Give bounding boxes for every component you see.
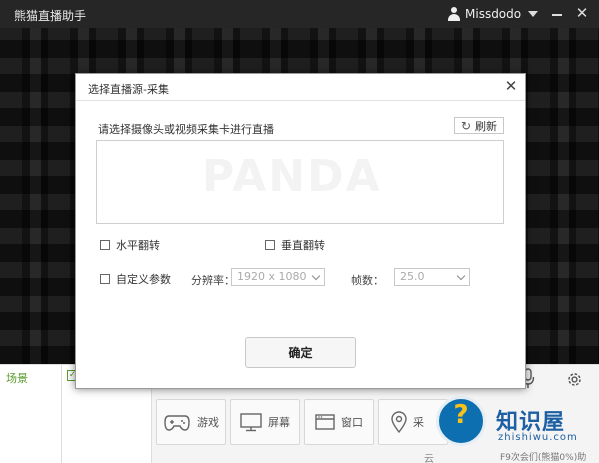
confirm-button[interactable]: 确定: [245, 337, 356, 368]
horizontal-flip-checkbox[interactable]: [100, 240, 110, 250]
source-window-button[interactable]: 窗口: [304, 399, 374, 445]
window-icon: [315, 414, 335, 430]
question-mark-icon: ?: [453, 400, 469, 430]
vertical-flip-option[interactable]: 垂直翻转: [265, 237, 325, 253]
watermark-logo: ? 知识屋 zhishiwu.com: [436, 394, 596, 456]
location-pin-icon: [391, 411, 407, 433]
dropdown-caret-icon[interactable]: [528, 11, 538, 17]
chevron-down-icon: [311, 271, 321, 281]
fps-label: 帧数：: [351, 274, 384, 287]
dialog-close-icon[interactable]: ✕: [504, 79, 518, 94]
custom-params-option[interactable]: 自定义参数: [100, 271, 171, 287]
gamepad-icon: [164, 415, 190, 431]
horizontal-flip-option[interactable]: 水平翻转: [100, 237, 160, 253]
monitor-icon: [240, 413, 262, 432]
user-icon: [448, 7, 460, 21]
source-window-label: 窗口: [341, 416, 363, 429]
refresh-icon: ↻: [460, 118, 472, 133]
app-title: 熊猫直播助手: [14, 9, 87, 23]
dialog-header: 选择直播源-采集 ✕: [76, 74, 525, 101]
close-window-icon[interactable]: ✕: [575, 6, 589, 21]
device-list[interactable]: PANDA: [96, 140, 504, 224]
resolution-value: 1920 x 1080: [237, 270, 307, 283]
custom-params-checkbox[interactable]: [100, 274, 110, 284]
minimize-icon[interactable]: [552, 14, 562, 16]
resolution-label: 分辨率：: [191, 274, 235, 287]
scene-label: 场景: [6, 372, 28, 385]
watermark-url: zhishiwu.com: [498, 432, 578, 443]
select-source-dialog: 选择直播源-采集 ✕ 请选择摄像头或视频采集卡进行直播 ↻ 刷新 PANDA 水…: [75, 73, 526, 389]
source-screen-label: 屏幕: [268, 416, 290, 429]
user-menu[interactable]: Missdodo: [448, 6, 521, 22]
refresh-label: 刷新: [475, 119, 498, 133]
settings-gear-icon[interactable]: [566, 371, 583, 388]
footer-status-text: 云: [424, 454, 434, 463]
fps-value: 25.0: [400, 270, 425, 283]
vertical-flip-checkbox[interactable]: [265, 240, 275, 250]
horizontal-flip-label: 水平翻转: [116, 239, 160, 252]
device-prompt: 请选择摄像头或视频采集卡进行直播: [98, 123, 274, 136]
scene-panel: 场景: [0, 365, 62, 463]
chevron-down-icon: [456, 271, 466, 281]
source-capture-label: 采: [413, 416, 424, 429]
resolution-select[interactable]: 1920 x 1080: [231, 268, 325, 286]
source-game-label: 游戏: [197, 416, 219, 429]
username: Missdodo: [465, 7, 522, 21]
source-screen-button[interactable]: 屏幕: [230, 399, 300, 445]
fps-select[interactable]: 25.0: [394, 268, 470, 286]
custom-params-label: 自定义参数: [116, 273, 171, 286]
vertical-flip-label: 垂直翻转: [281, 239, 325, 252]
panda-logo-watermark: PANDA: [202, 151, 382, 202]
title-bar: 熊猫直播助手 Missdodo ✕: [0, 0, 599, 28]
dialog-title: 选择直播源-采集: [88, 83, 169, 96]
source-game-button[interactable]: 游戏: [156, 399, 226, 445]
refresh-button[interactable]: ↻ 刷新: [454, 117, 504, 134]
